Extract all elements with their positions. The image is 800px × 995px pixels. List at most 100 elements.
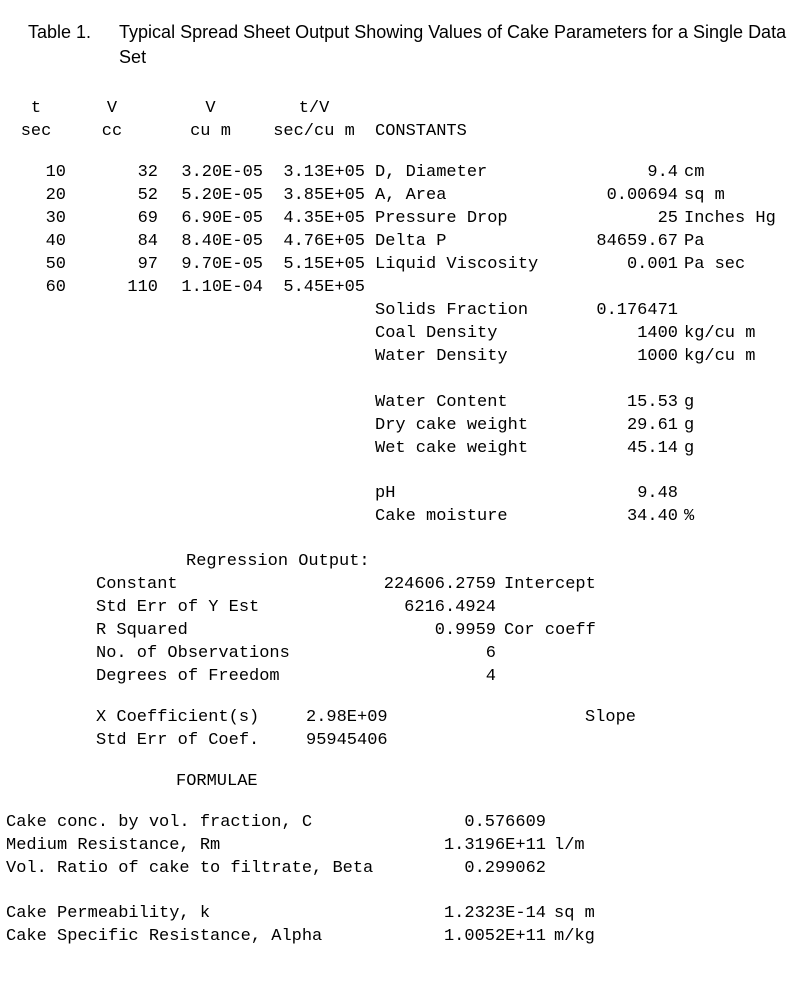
formula-unit (546, 812, 554, 835)
hdr-v: V (66, 98, 158, 121)
constant-name: Delta P (375, 231, 570, 254)
constant-name: A, Area (375, 185, 570, 208)
cell-t (6, 346, 66, 369)
constant-value: 0.00694 (570, 185, 678, 208)
cell-tv (263, 300, 365, 323)
cell-t (6, 438, 66, 461)
formula-unit: l/m (546, 835, 585, 858)
reg-note (496, 597, 504, 620)
constant-row: Liquid Viscosity0.001Pa sec (375, 254, 790, 277)
cell-t (6, 392, 66, 415)
cell-t (6, 506, 66, 529)
cell-t (6, 300, 66, 323)
cell-tv: 3.85E+05 (263, 185, 365, 208)
column-headers-1: t V V t/V (6, 98, 790, 121)
regression-row: Std Err of Y Est6216.4924 (96, 597, 790, 620)
cell-vcc (66, 438, 158, 461)
constant-unit: % (678, 506, 694, 529)
constant-unit: sq m (678, 185, 725, 208)
table-row: 601101.10E-045.45E+05 (6, 277, 790, 300)
table-row: Cake moisture34.40% (6, 506, 790, 529)
table-row: 20525.20E-053.85E+05A, Area0.00694sq m (6, 185, 790, 208)
table-number: Table 1. (28, 20, 91, 70)
constant-unit (678, 483, 684, 506)
constant-value: 34.40 (570, 506, 678, 529)
hdr-cum: cu m (158, 121, 263, 144)
regression-row: No. of Observations6 (96, 643, 790, 666)
column-headers-2: sec cc cu m sec/cu m CONSTANTS (6, 121, 790, 144)
cell-t: 20 (6, 185, 66, 208)
formula-unit: m/kg (546, 926, 595, 949)
reg-value: 6 (316, 643, 496, 666)
table-row: 50979.70E-055.15E+05Liquid Viscosity0.00… (6, 254, 790, 277)
cell-t: 40 (6, 231, 66, 254)
table-row: Coal Density1400kg/cu m (6, 323, 790, 346)
cell-vcum: 3.20E-05 (158, 162, 263, 185)
constant-name: Pressure Drop (375, 208, 570, 231)
cell-vcum (158, 369, 263, 392)
table-row (6, 460, 790, 483)
reg-note (496, 666, 504, 689)
cell-vcum (158, 346, 263, 369)
constant-unit: g (678, 415, 694, 438)
cell-vcum (158, 392, 263, 415)
cell-vcum (158, 415, 263, 438)
cell-vcum (158, 300, 263, 323)
cell-vcc: 69 (66, 208, 158, 231)
table-row: Solids Fraction0.176471 (6, 300, 790, 323)
cell-vcc (66, 392, 158, 415)
formula-row: Vol. Ratio of cake to filtrate, Beta0.29… (6, 858, 790, 881)
formula-name: Cake conc. by vol. fraction, C (6, 812, 396, 835)
cell-vcum (158, 506, 263, 529)
cell-tv: 3.13E+05 (263, 162, 365, 185)
constant-value: 25 (570, 208, 678, 231)
cell-vcc (66, 483, 158, 506)
table-row: pH9.48 (6, 483, 790, 506)
hdr-cc: cc (66, 121, 158, 144)
constant-unit: Inches Hg (678, 208, 776, 231)
cell-vcum (158, 483, 263, 506)
constant-unit: kg/cu m (678, 323, 755, 346)
constant-name: Cake moisture (375, 506, 570, 529)
constant-name: D, Diameter (375, 162, 570, 185)
cell-vcc: 110 (66, 277, 158, 300)
constant-value: 0.176471 (570, 300, 678, 323)
cell-vcc (66, 323, 158, 346)
constant-row: pH9.48 (375, 483, 790, 506)
formula-row: Cake conc. by vol. fraction, C0.576609 (6, 812, 790, 835)
constant-unit: Pa (678, 231, 704, 254)
formula-row: Medium Resistance, Rm1.3196E+11l/m (6, 835, 790, 858)
hdr-vcum: V (158, 98, 263, 121)
table-row: Wet cake weight45.14g (6, 438, 790, 461)
table-row: Dry cake weight29.61g (6, 415, 790, 438)
constant-unit: Pa sec (678, 254, 745, 277)
reg-name: Constant (96, 574, 316, 597)
cell-t (6, 483, 66, 506)
reg-name: R Squared (96, 620, 316, 643)
cell-t: 50 (6, 254, 66, 277)
hdr-seccum: sec/cu m (263, 121, 365, 144)
cell-t (6, 415, 66, 438)
cell-vcc: 84 (66, 231, 158, 254)
reg-value: 6216.4924 (316, 597, 496, 620)
constant-name: Dry cake weight (375, 415, 570, 438)
formula-value: 0.576609 (396, 812, 546, 835)
cell-t (6, 460, 66, 483)
formula-name: Vol. Ratio of cake to filtrate, Beta (6, 858, 396, 881)
constant-value: 1400 (570, 323, 678, 346)
constant-row: Water Density1000kg/cu m (375, 346, 790, 369)
formula-name: Cake Permeability, k (6, 903, 396, 926)
constant-name: pH (375, 483, 570, 506)
formula-unit (546, 858, 554, 881)
regression-x-row: Std Err of Coef.95945406 (96, 730, 790, 753)
constant-unit: g (678, 392, 694, 415)
constant-unit: cm (678, 162, 704, 185)
reg-note: Intercept (496, 574, 596, 597)
formula-row: Cake Permeability, k1.2323E-14sq m (6, 903, 790, 926)
constant-name: Water Density (375, 346, 570, 369)
constant-row: Water Content15.53g (375, 392, 790, 415)
cell-tv (263, 392, 365, 415)
constant-value: 29.61 (570, 415, 678, 438)
reg-note (496, 643, 504, 666)
regression-x-row: X Coefficient(s)2.98E+09Slope (96, 707, 790, 730)
